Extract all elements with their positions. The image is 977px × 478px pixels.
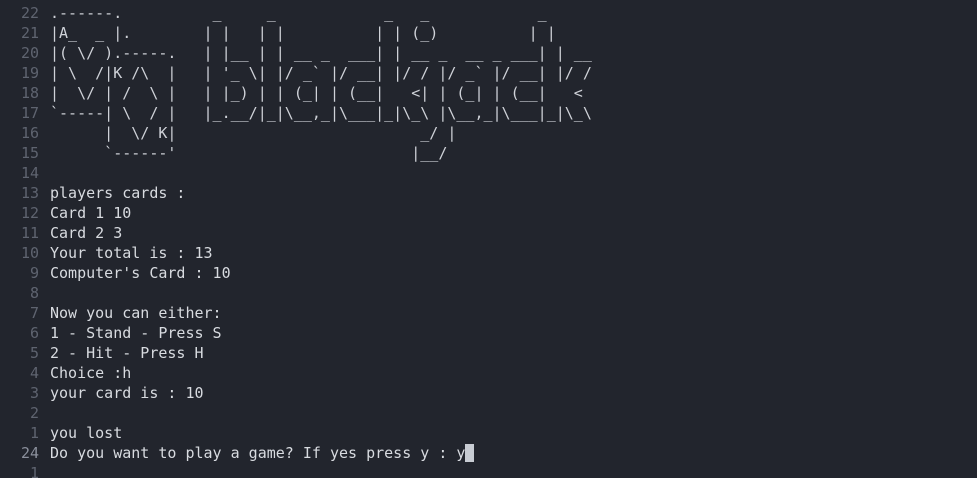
ascii-art-line: 20 |( \/ ).-----. | |__ | | __ _ ___| | … xyxy=(0,43,977,63)
terminal-window: 22 .------. _ _ _ _ _ 21 |A_ _ |. | | | … xyxy=(0,0,977,478)
terminal-lines: 22 .------. _ _ _ _ _ 21 |A_ _ |. | | | … xyxy=(0,3,977,478)
output-text: Your total is : 13 xyxy=(50,244,213,262)
line-number: 14 xyxy=(20,164,39,182)
terminal-line: 3 your card is : 10 xyxy=(0,383,977,403)
ascii-art-text: `-----| \ / | |_.__/|_|\__,_|\___|_|\_\ … xyxy=(50,104,592,122)
ascii-art-text: `------' |__/ xyxy=(50,144,448,162)
output-text: your card is : 10 xyxy=(50,384,204,402)
terminal-line: 10 Your total is : 13 xyxy=(0,243,977,263)
line-number: 10 xyxy=(20,244,39,262)
terminal-line: 13 players cards : xyxy=(0,183,977,203)
line-number: 1 xyxy=(29,464,39,478)
ascii-art-text: |( \/ ).-----. | |__ | | __ _ ___| | __ … xyxy=(50,44,592,62)
line-number: 21 xyxy=(20,24,39,42)
line-number: 13 xyxy=(20,184,39,202)
text-cursor[interactable] xyxy=(465,444,475,462)
output-text: Choice :h xyxy=(50,364,132,382)
terminal-line: 6 1 - Stand - Press S xyxy=(0,323,977,343)
output-text: 1 - Stand - Press S xyxy=(50,324,222,342)
line-number: 11 xyxy=(20,224,39,242)
ascii-art-text: | \/ | / \ | | |_) | | (_| | (__| <| | (… xyxy=(50,84,583,102)
prompt-input-text[interactable]: Do you want to play a game? If yes press… xyxy=(50,443,465,463)
terminal-line: 1 you lost xyxy=(0,423,977,443)
terminal-line: 2 xyxy=(0,403,977,423)
line-number: 4 xyxy=(29,364,39,382)
line-number: 2 xyxy=(29,404,39,422)
line-number: 20 xyxy=(20,44,39,62)
line-number: 6 xyxy=(29,324,39,342)
line-number: 15 xyxy=(20,144,39,162)
ascii-art-text: .------. _ _ _ _ _ xyxy=(50,4,547,22)
output-text: Card 2 3 xyxy=(50,224,123,242)
ascii-art-text: |A_ _ |. | | | | | | (_) | | xyxy=(50,24,556,42)
output-text: Now you can either: xyxy=(50,304,222,322)
line-number: 1 xyxy=(29,424,39,442)
terminal-line: 12 Card 1 10 xyxy=(0,203,977,223)
line-number: 3 xyxy=(29,384,39,402)
line-number: 9 xyxy=(29,264,39,282)
terminal-line: 5 2 - Hit - Press H xyxy=(0,343,977,363)
ascii-art-line: 15 `------' |__/ xyxy=(0,143,977,163)
current-input-line[interactable]: 24 Do you want to play a game? If yes pr… xyxy=(0,443,977,463)
line-number: 17 xyxy=(20,104,39,122)
ascii-art-line: 19 | \ /|K /\ | | '_ \| |/ _` |/ __| |/ … xyxy=(0,63,977,83)
ascii-art-line: 16 | \/ K| _/ | xyxy=(0,123,977,143)
terminal-line: 7 Now you can either: xyxy=(0,303,977,323)
line-number: 16 xyxy=(20,124,39,142)
ascii-art-line: 17 `-----| \ / | |_.__/|_|\__,_|\___|_|\… xyxy=(0,103,977,123)
line-number: 19 xyxy=(20,64,39,82)
output-text: Card 1 10 xyxy=(50,204,132,222)
line-number: 8 xyxy=(29,284,39,302)
line-number: 12 xyxy=(20,204,39,222)
ascii-art-line: 21 |A_ _ |. | | | | | | (_) | | xyxy=(0,23,977,43)
terminal-line: 8 xyxy=(0,283,977,303)
line-number: 5 xyxy=(29,344,39,362)
current-line-number: 24 xyxy=(20,444,39,462)
ascii-art-text: | \/ K| _/ | xyxy=(50,124,457,142)
output-text: players cards : xyxy=(50,184,186,202)
terminal-line: 11 Card 2 3 xyxy=(0,223,977,243)
output-text: you lost xyxy=(50,424,123,442)
line-number: 7 xyxy=(29,304,39,322)
terminal-line: 4 Choice :h xyxy=(0,363,977,383)
line-number: 18 xyxy=(20,84,39,102)
line-number: 22 xyxy=(20,4,39,22)
terminal-line: 9 Computer's Card : 10 xyxy=(0,263,977,283)
terminal-line: 14 xyxy=(0,163,977,183)
ascii-art-line: 18 | \/ | / \ | | |_) | | (_| | (__| <| … xyxy=(0,83,977,103)
ascii-art-line: 22 .------. _ _ _ _ _ xyxy=(0,3,977,23)
terminal-line: 1 xyxy=(0,463,977,478)
ascii-art-text: | \ /|K /\ | | '_ \| |/ _` |/ __| |/ / |… xyxy=(50,64,592,82)
output-text: Computer's Card : 10 xyxy=(50,264,231,282)
output-text: 2 - Hit - Press H xyxy=(50,344,204,362)
